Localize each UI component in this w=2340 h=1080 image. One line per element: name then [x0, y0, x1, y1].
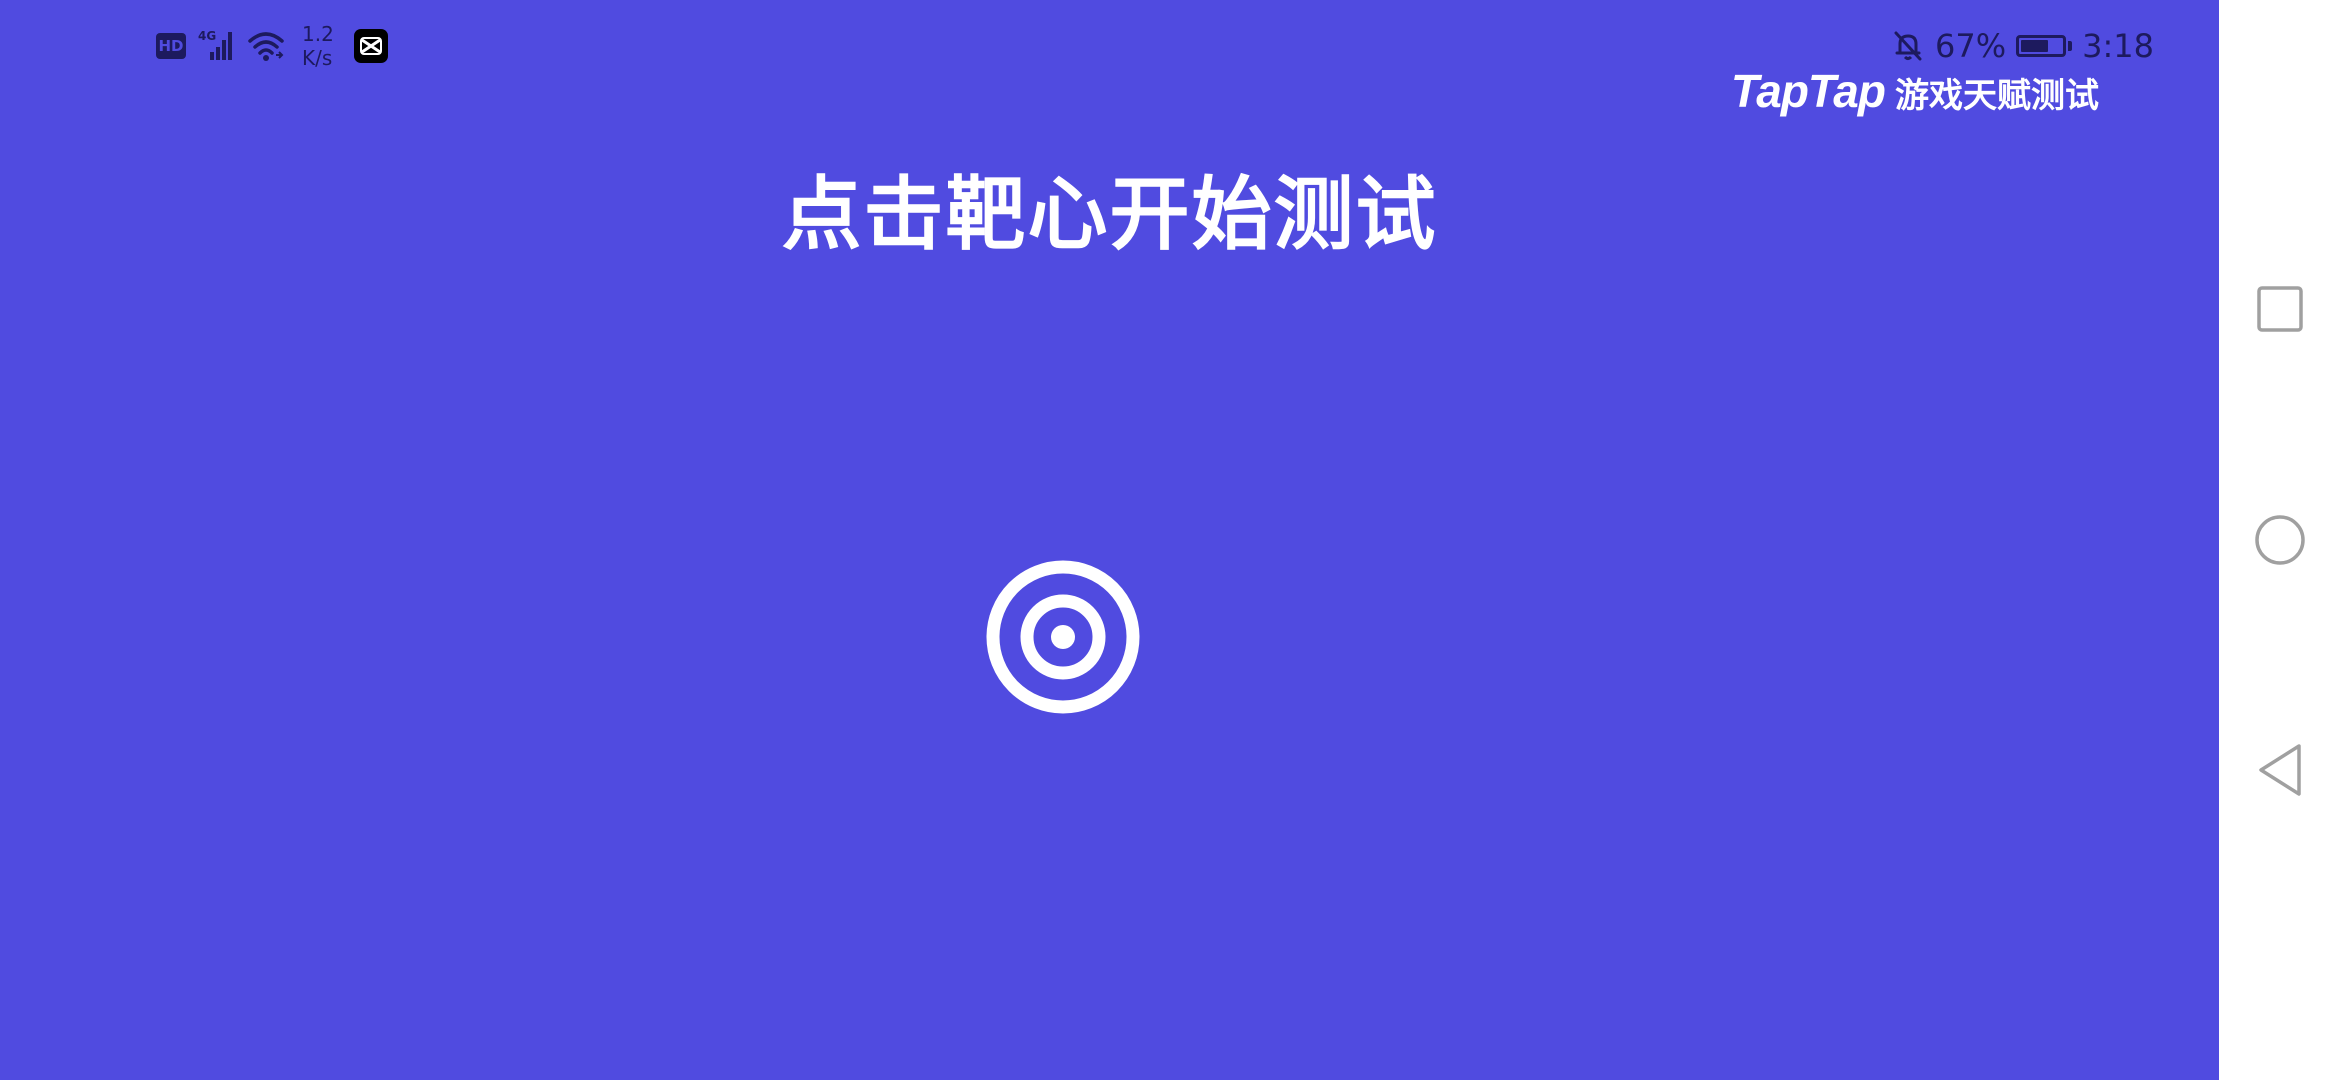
home-button[interactable]	[2219, 490, 2340, 590]
back-button[interactable]	[2219, 720, 2340, 820]
square-icon	[2256, 286, 2303, 332]
taptap-logo: TapTap	[1730, 65, 1886, 117]
clock: 3:18	[2082, 27, 2154, 65]
wifi-icon	[248, 32, 284, 61]
brand-subtitle: 游戏天赋测试	[1895, 76, 2099, 116]
hd-badge: HD	[156, 33, 186, 59]
page-title: 点击靶心开始测试	[781, 168, 1438, 261]
recents-button[interactable]	[2219, 259, 2340, 359]
network-speed-value: 1.2	[302, 22, 334, 46]
status-bar-right: 67% 3:18	[1891, 22, 2154, 70]
network-speed-unit: K/s	[302, 46, 333, 70]
network-speed: 1.2 K/s	[302, 22, 334, 70]
circle-icon	[2254, 515, 2305, 565]
status-bar-left: HD 4G 1.2 K/s	[156, 18, 388, 74]
brand-header: TapTap 游戏天赋测试	[1731, 64, 2099, 118]
system-nav-bar	[2219, 0, 2340, 1080]
app-area: HD 4G 1.2 K/s 67% 3:18 TapTap 游戏天赋测试 点击靶…	[0, 0, 2219, 1080]
bell-muted-icon	[1894, 31, 1922, 61]
capcut-app-icon	[353, 29, 388, 63]
battery-percent: 67%	[1935, 27, 2007, 65]
battery-icon	[2016, 35, 2073, 57]
triangle-back-icon	[2258, 744, 2301, 796]
signal-icon: 4G	[198, 29, 232, 60]
network-type: 4G	[198, 29, 216, 43]
target-bullseye-button[interactable]	[985, 559, 1141, 715]
screen: HD 4G 1.2 K/s 67% 3:18 TapTap 游戏天赋测试 点击靶…	[0, 0, 2340, 1080]
